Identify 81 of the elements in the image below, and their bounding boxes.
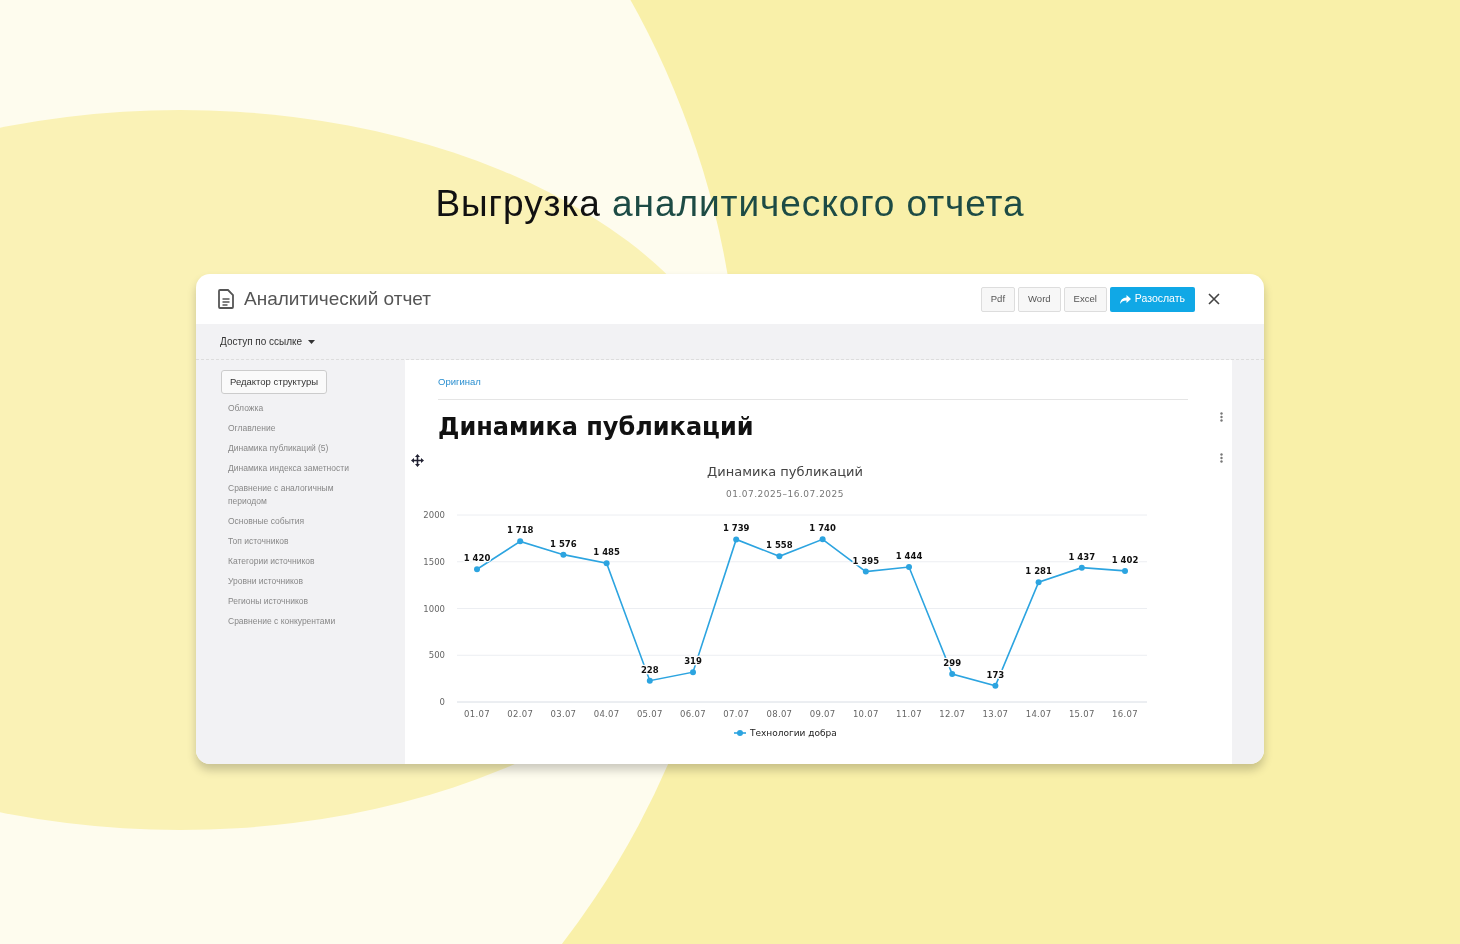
sidebar-item[interactable]: Оглавление xyxy=(228,418,368,438)
data-label: 1 395 xyxy=(852,555,880,566)
axis-label: 04.07 xyxy=(593,709,620,720)
axis-label: 11.07 xyxy=(896,709,922,720)
data-point xyxy=(474,566,480,573)
chart-title: Динамика публикаций xyxy=(707,464,863,480)
data-point xyxy=(646,677,653,684)
data-label: 1 739 xyxy=(722,523,750,534)
sidebar-item[interactable]: Динамика индекса заметности xyxy=(228,458,368,478)
axis-label: 12.07 xyxy=(939,709,966,720)
share-arrow-icon xyxy=(1119,294,1131,304)
sidebar-item[interactable]: Уровни источников xyxy=(228,571,368,591)
page-headline: Выгрузка аналитического отчета xyxy=(435,182,1025,226)
document-icon xyxy=(218,289,234,309)
data-point xyxy=(992,683,999,690)
data-point xyxy=(819,536,826,543)
legend-label: Технологии добра xyxy=(750,728,837,739)
data-label: 1 402 xyxy=(1111,555,1139,566)
axis-label: 0 xyxy=(439,697,445,708)
sidebar-item[interactable]: Обложка xyxy=(228,398,368,418)
data-point xyxy=(517,538,524,545)
sidebar-item[interactable]: Сравнение с конкурентами xyxy=(228,611,368,631)
move-icon[interactable] xyxy=(411,454,424,467)
data-label: 1 420 xyxy=(463,553,491,564)
sidebar-item[interactable]: Категории источников xyxy=(228,551,368,571)
data-point xyxy=(862,568,869,575)
data-label: 1 740 xyxy=(809,523,836,534)
axis-label: 06.07 xyxy=(680,709,706,720)
axis-label: 09.07 xyxy=(809,709,836,720)
section-heading: Динамика публикаций xyxy=(438,412,755,443)
data-label: 1 558 xyxy=(766,540,793,551)
data-point xyxy=(906,564,912,571)
axis-label: 2000 xyxy=(423,510,445,521)
axis-label: 02.07 xyxy=(507,709,534,720)
axis-label: 1500 xyxy=(423,557,445,567)
axis-label: 13.07 xyxy=(982,709,1009,720)
send-button[interactable]: Разослать xyxy=(1109,286,1195,312)
axis-label: 08.07 xyxy=(766,709,793,720)
legend-marker-icon xyxy=(733,730,747,737)
data-point xyxy=(603,560,610,567)
sidebar-item[interactable]: Основные события xyxy=(228,511,368,531)
data-label: 1 718 xyxy=(506,525,534,536)
data-point xyxy=(1035,579,1042,586)
window-title: Аналитический отчет xyxy=(244,286,431,311)
data-label: 1 576 xyxy=(550,538,577,549)
sidebar-item[interactable]: Сравнение с аналогичным периодом xyxy=(228,478,368,511)
data-point xyxy=(733,536,740,543)
data-label: 1 437 xyxy=(1068,551,1096,562)
close-icon[interactable] xyxy=(1208,293,1220,305)
data-point xyxy=(1078,564,1085,571)
sidebar-item[interactable]: Топ источников xyxy=(228,531,368,551)
data-point xyxy=(949,671,956,678)
axis-label: 1000 xyxy=(423,603,445,614)
axis-label: 500 xyxy=(428,650,445,661)
export-button[interactable]: Excel xyxy=(1063,286,1107,312)
kebab-menu-icon[interactable] xyxy=(1220,412,1223,422)
caret-icon xyxy=(308,339,316,344)
axis-label: 14.07 xyxy=(1025,709,1052,720)
export-button[interactable]: Word xyxy=(1018,286,1061,312)
axis-label: 05.07 xyxy=(636,709,663,720)
axis-label: 01.07 xyxy=(464,709,490,720)
structure-editor-button[interactable]: Редактор структуры xyxy=(221,370,328,394)
axis-label: 16.07 xyxy=(1112,709,1138,720)
data-point xyxy=(776,553,783,560)
data-point xyxy=(1122,568,1128,575)
chart-subtitle: 01.07.2025–16.07.2025 xyxy=(725,489,845,500)
data-point xyxy=(560,551,567,558)
sidebar-item[interactable]: Регионы источников xyxy=(228,591,368,611)
data-label: 1 485 xyxy=(593,547,620,558)
axis-label: 07.07 xyxy=(723,709,750,720)
axis-label: 15.07 xyxy=(1068,709,1095,720)
original-link[interactable]: Оригинал xyxy=(438,375,1188,390)
export-button[interactable]: Pdf xyxy=(980,286,1016,312)
kebab-menu-icon[interactable] xyxy=(1220,453,1223,463)
access-dropdown[interactable]: Доступ по ссылке xyxy=(220,334,316,349)
data-point xyxy=(690,669,696,676)
sidebar-item[interactable]: Динамика публикаций (5) xyxy=(228,438,368,458)
data-label: 1 444 xyxy=(895,551,923,562)
axis-label: 03.07 xyxy=(550,709,577,720)
data-label: 1 281 xyxy=(1025,566,1052,577)
axis-label: 10.07 xyxy=(852,709,879,720)
